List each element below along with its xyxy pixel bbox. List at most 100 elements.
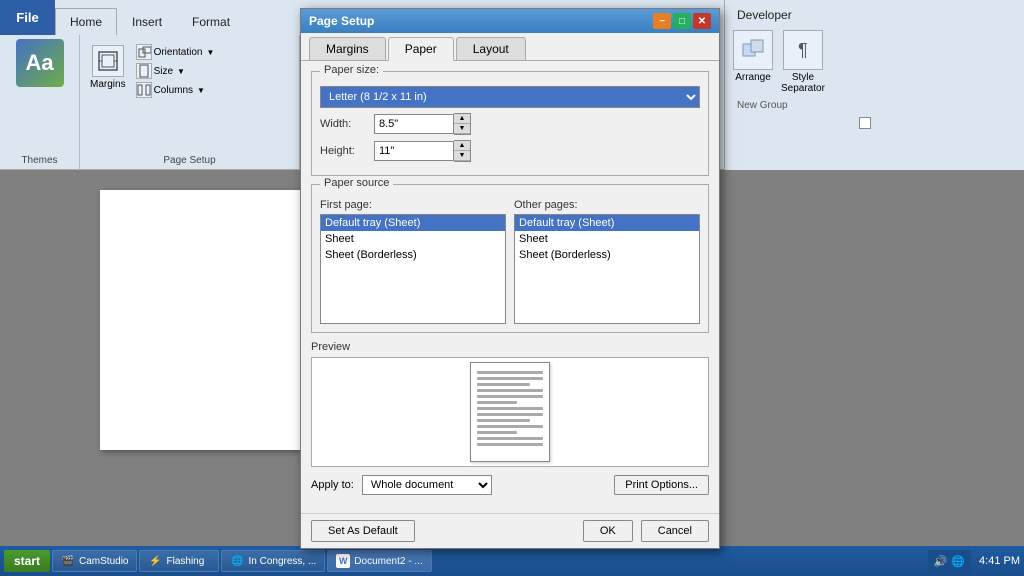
page-setup-dialog[interactable]: Page Setup − □ ✕ Margins Paper Layout Pa… xyxy=(300,8,720,549)
dialog-footer: Set As Default OK Cancel xyxy=(301,513,719,548)
columns-button[interactable]: Columns ▼ xyxy=(132,81,291,99)
page-setup-label: Page Setup xyxy=(163,155,215,166)
first-page-item-1[interactable]: Sheet xyxy=(321,231,505,247)
tab-format[interactable]: Format xyxy=(177,8,245,35)
dialog-body: Paper size: Letter (8 1/2 x 11 in) Width… xyxy=(301,61,719,513)
dialog-tabs: Margins Paper Layout xyxy=(301,33,719,61)
preview-section: Preview xyxy=(311,341,709,467)
other-pages-col: Other pages: Default tray (Sheet) Sheet … xyxy=(514,199,700,324)
width-input[interactable] xyxy=(374,114,454,134)
dialog-title: Page Setup xyxy=(309,14,374,28)
flashing-icon: ⚡ xyxy=(148,554,162,568)
paper-source-label: Paper source xyxy=(320,177,393,189)
new-group-checkbox[interactable] xyxy=(859,117,871,129)
first-page-col: First page: Default tray (Sheet) Sheet S… xyxy=(320,199,506,324)
dialog-tab-layout[interactable]: Layout xyxy=(456,37,526,60)
height-input-group: ▲ ▼ xyxy=(374,140,471,162)
dialog-tab-paper[interactable]: Paper xyxy=(388,37,454,61)
print-options-button[interactable]: Print Options... xyxy=(614,475,709,495)
paper-size-select[interactable]: Letter (8 1/2 x 11 in) xyxy=(320,86,700,108)
size-icon xyxy=(136,63,152,79)
height-input[interactable] xyxy=(374,141,454,161)
tab-insert[interactable]: Insert xyxy=(117,8,177,35)
other-page-item-1[interactable]: Sheet xyxy=(515,231,699,247)
tray-speaker-icon: 🔊 xyxy=(934,555,948,568)
themes-icon[interactable]: Aa xyxy=(16,39,64,87)
height-spin: ▲ ▼ xyxy=(454,140,471,162)
ribbon-tabs: Home Insert Format xyxy=(55,0,245,35)
apply-to-select-wrapper: Whole document xyxy=(362,475,492,495)
orientation-button[interactable]: Orientation ▼ xyxy=(132,43,291,61)
width-row: Width: ▲ ▼ xyxy=(320,113,700,135)
paper-size-label: Paper size: xyxy=(320,64,383,76)
clock-display: 4:41 PM xyxy=(979,555,1020,567)
apply-to-select[interactable]: Whole document xyxy=(362,475,492,495)
dialog-minimize-button[interactable]: − xyxy=(653,13,671,29)
paper-size-section: Paper size: Letter (8 1/2 x 11 in) Width… xyxy=(311,71,709,176)
dialog-maximize-button[interactable]: □ xyxy=(673,13,691,29)
other-page-item-2[interactable]: Sheet (Borderless) xyxy=(515,247,699,263)
first-page-item-2[interactable]: Sheet (Borderless) xyxy=(321,247,505,263)
size-button[interactable]: Size ▼ xyxy=(132,62,291,80)
themes-label: Themes xyxy=(21,155,57,166)
margins-button[interactable]: Margins xyxy=(88,43,128,92)
dialog-tab-margins[interactable]: Margins xyxy=(309,37,386,60)
set-as-default-button[interactable]: Set As Default xyxy=(311,520,415,542)
apply-to-row: Apply to: Whole document Print Options..… xyxy=(311,475,709,495)
width-spin-down[interactable]: ▼ xyxy=(454,124,470,134)
camstudio-icon: 🎬 xyxy=(61,554,75,568)
developer-label: Developer xyxy=(729,4,1020,26)
source-columns: First page: Default tray (Sheet) Sheet S… xyxy=(320,199,700,324)
ok-button[interactable]: OK xyxy=(583,520,633,542)
arrange-icon xyxy=(733,30,773,70)
developer-area: Developer Arrange ¶ Style xyxy=(724,0,1024,170)
preview-label: Preview xyxy=(311,341,709,353)
system-tray: 🔊 🌐 xyxy=(928,550,971,572)
height-row: Height: ▲ ▼ xyxy=(320,140,700,162)
width-spin-up[interactable]: ▲ xyxy=(454,114,470,124)
height-spin-up[interactable]: ▲ xyxy=(454,141,470,151)
taskbar-clock: 🔊 🌐 4:41 PM xyxy=(928,550,1020,572)
preview-lines xyxy=(471,363,549,457)
file-button[interactable]: File xyxy=(0,0,55,35)
dialog-titlebar: Page Setup − □ ✕ xyxy=(301,9,719,33)
first-page-item-0[interactable]: Default tray (Sheet) xyxy=(321,215,505,231)
start-button[interactable]: start xyxy=(4,550,50,572)
height-label: Height: xyxy=(320,145,370,157)
preview-box xyxy=(311,357,709,467)
first-page-label: First page: xyxy=(320,199,506,211)
apply-to-label: Apply to: xyxy=(311,479,354,491)
cancel-button[interactable]: Cancel xyxy=(641,520,709,542)
orientation-icon xyxy=(136,44,152,60)
new-group-label: New Group xyxy=(729,98,1020,113)
other-pages-label: Other pages: xyxy=(514,199,700,211)
margins-icon xyxy=(92,45,124,77)
taskbar: start 🎬 CamStudio ⚡ Flashing 🌐 In Congre… xyxy=(0,546,1024,576)
dialog-close-button[interactable]: ✕ xyxy=(693,13,711,29)
word-icon: W xyxy=(336,554,350,568)
other-page-item-0[interactable]: Default tray (Sheet) xyxy=(515,215,699,231)
taskbar-item-congress[interactable]: 🌐 In Congress, ... xyxy=(221,550,325,572)
paper-source-section: Paper source First page: Default tray (S… xyxy=(311,184,709,333)
taskbar-item-flashing[interactable]: ⚡ Flashing xyxy=(139,550,219,572)
width-spin: ▲ ▼ xyxy=(454,113,471,135)
file-label: File xyxy=(16,10,38,25)
first-page-list[interactable]: Default tray (Sheet) Sheet Sheet (Border… xyxy=(320,214,506,324)
svg-text:¶: ¶ xyxy=(798,40,808,60)
columns-icon xyxy=(136,82,152,98)
taskbar-item-camstudio[interactable]: 🎬 CamStudio xyxy=(52,550,137,572)
page-setup-group: Margins Orientation ▼ xyxy=(80,35,300,170)
style-separator-button[interactable]: ¶ Style Separator xyxy=(781,30,825,94)
preview-page xyxy=(470,362,550,462)
style-separator-icon: ¶ xyxy=(783,30,823,70)
width-input-group: ▲ ▼ xyxy=(374,113,471,135)
other-pages-list[interactable]: Default tray (Sheet) Sheet Sheet (Border… xyxy=(514,214,700,324)
taskbar-item-document[interactable]: W Document2 - ... xyxy=(327,550,431,572)
arrange-button[interactable]: Arrange xyxy=(733,30,773,83)
width-label: Width: xyxy=(320,118,370,130)
congress-icon: 🌐 xyxy=(230,554,244,568)
tab-home[interactable]: Home xyxy=(55,8,117,35)
height-spin-down[interactable]: ▼ xyxy=(454,151,470,161)
tray-network-icon: 🌐 xyxy=(951,555,965,568)
dialog-title-buttons: − □ ✕ xyxy=(653,13,711,29)
